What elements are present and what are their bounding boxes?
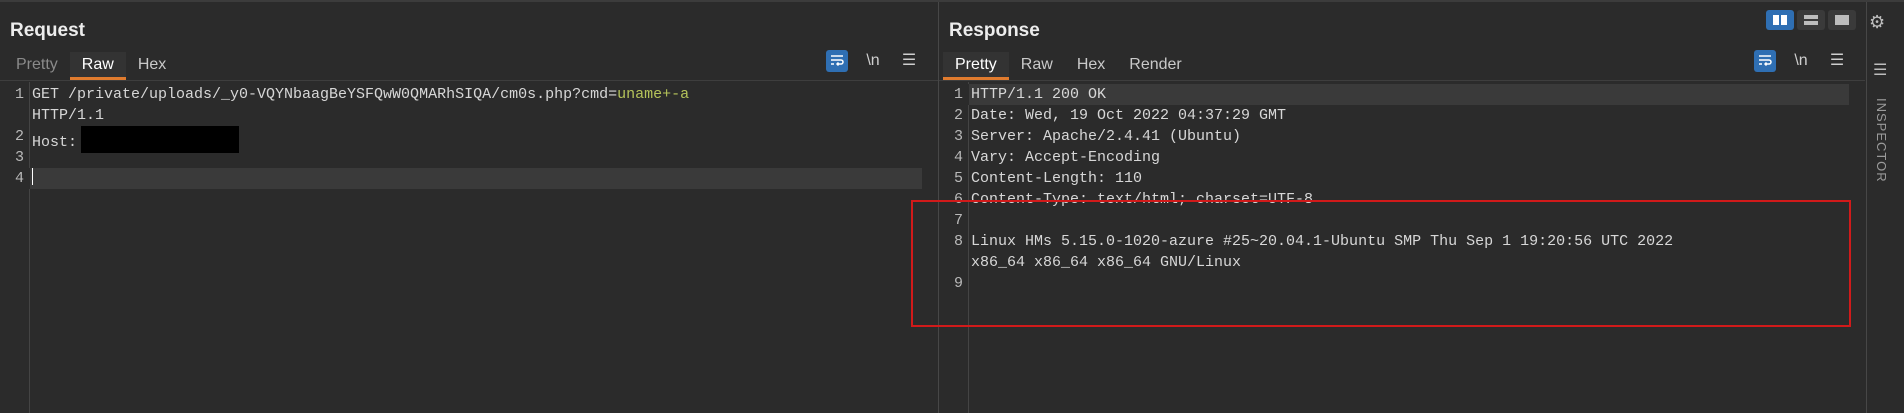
menu-icon[interactable]: ☰ xyxy=(898,50,920,72)
single-pane-icon[interactable] xyxy=(1828,10,1856,30)
http-version: HTTP/1.1 xyxy=(32,107,105,124)
code-line: 8 Linux HMs 5.15.0-1020-azure #25~20.04.… xyxy=(953,233,1674,250)
filter-icon[interactable]: ☰ xyxy=(1873,60,1887,80)
response-toolbar: \n ☰ xyxy=(1754,50,1848,72)
code-line: 1 HTTP/1.1 200 OK xyxy=(939,84,1849,105)
word-wrap-icon[interactable] xyxy=(826,50,848,72)
code-line: 2 Host: xyxy=(0,126,938,153)
split-vertical-icon[interactable] xyxy=(1797,10,1825,30)
newline-toggle[interactable]: \n xyxy=(1790,50,1812,72)
response-pane: Response Pretty Raw Hex Render \n ☰ 1 HT… xyxy=(939,2,1865,413)
code-line: 6 Content-Type: text/html; charset=UTF-8 xyxy=(953,191,1314,208)
layout-toggle xyxy=(1766,10,1856,30)
response-tab-pretty[interactable]: Pretty xyxy=(943,52,1009,80)
code-line: 5 Content-Length: 110 xyxy=(953,170,1143,187)
request-tab-hex[interactable]: Hex xyxy=(126,52,178,80)
code-line-current: 4 xyxy=(0,168,922,189)
request-tab-raw[interactable]: Raw xyxy=(69,52,126,80)
newline-toggle[interactable]: \n xyxy=(862,50,884,72)
code-line: 3 Server: Apache/2.4.41 (Ubuntu) xyxy=(953,128,1242,145)
inspector-label[interactable]: INSPECTOR xyxy=(1874,98,1889,183)
code-line: 3 xyxy=(14,149,24,166)
response-tab-hex[interactable]: Hex xyxy=(1065,52,1117,80)
request-title: Request xyxy=(10,20,85,41)
split-horizontal-icon[interactable] xyxy=(1766,10,1794,30)
request-tab-pretty[interactable]: Pretty xyxy=(4,52,70,80)
request-toolbar: \n ☰ xyxy=(826,50,920,72)
code-line: 1 GET /private/uploads/_y0-VQYNbaagBeYSF… xyxy=(14,86,690,103)
response-editor[interactable]: 1 HTTP/1.1 200 OK 2 Date: Wed, 19 Oct 20… xyxy=(939,82,1865,413)
menu-icon[interactable]: ☰ xyxy=(1826,50,1848,72)
response-title: Response xyxy=(949,20,1040,41)
request-pane: Request Pretty Raw Hex \n ☰ 1 GET /priva… xyxy=(0,2,938,413)
text-cursor xyxy=(32,168,33,185)
inspector-sidebar: ⚙ ☰ xyxy=(1866,2,1904,413)
response-tab-raw[interactable]: Raw xyxy=(1009,52,1065,80)
request-editor[interactable]: 1 GET /private/uploads/_y0-VQYNbaagBeYSF… xyxy=(0,82,938,413)
code-line: 7 xyxy=(953,212,963,229)
word-wrap-icon[interactable] xyxy=(1754,50,1776,72)
code-line: 9 xyxy=(953,275,963,292)
gear-icon[interactable]: ⚙ xyxy=(1869,12,1885,33)
cmd-param-value: uname+-a xyxy=(617,86,690,103)
code-line: 4 Vary: Accept-Encoding xyxy=(953,149,1161,166)
code-line: 2 Date: Wed, 19 Oct 2022 04:37:29 GMT xyxy=(953,107,1287,124)
request-tabs: Pretty Raw Hex xyxy=(4,52,178,80)
code-line: HTTP/1.1 xyxy=(0,105,938,126)
request-line-path: GET /private/uploads/_y0-VQYNbaagBeYSFQw… xyxy=(32,86,618,103)
response-tab-render[interactable]: Render xyxy=(1117,52,1193,80)
response-tabs: Pretty Raw Hex Render xyxy=(943,52,1194,80)
code-line: x86_64 x86_64 x86_64 GNU/Linux xyxy=(971,254,1242,271)
